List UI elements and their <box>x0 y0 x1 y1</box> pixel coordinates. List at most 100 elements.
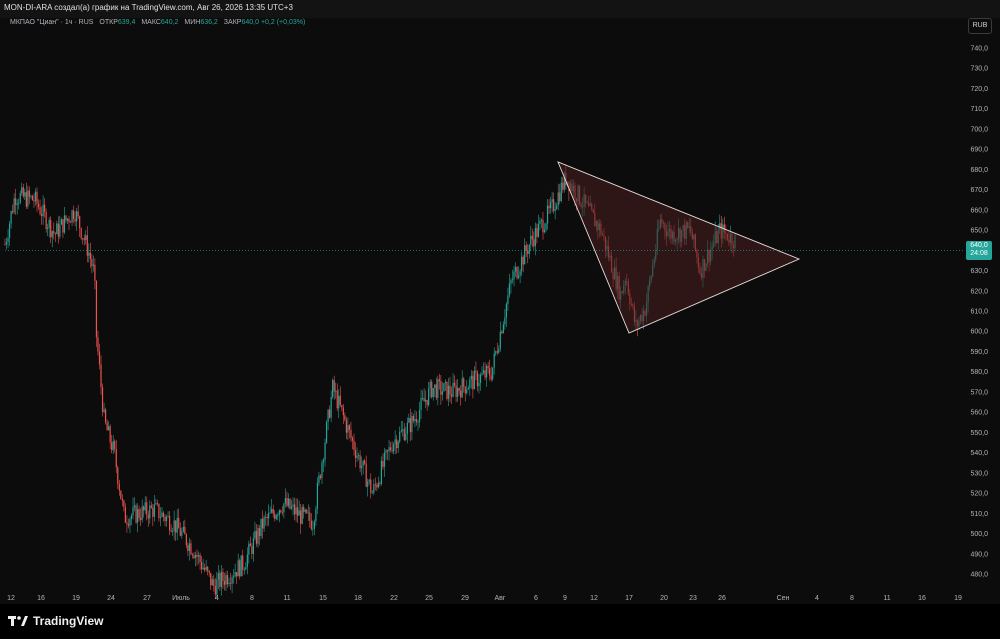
candle-body <box>252 538 255 555</box>
currency-button[interactable]: RUB <box>968 18 992 34</box>
candle-body <box>237 560 239 577</box>
candle-body <box>269 512 271 514</box>
x-tick-label: 4 <box>215 595 219 602</box>
candle-body <box>444 381 447 384</box>
current-price-value: 640,0 <box>970 242 988 250</box>
candle-body <box>231 577 233 584</box>
candle-body <box>415 419 418 423</box>
candle-body <box>319 475 322 479</box>
candle-body <box>425 399 427 402</box>
candle-body <box>150 505 152 508</box>
candle-body <box>188 543 191 551</box>
candle-body <box>69 222 72 223</box>
x-tick-label: 23 <box>689 595 697 602</box>
candle-body <box>98 351 101 365</box>
candle-body <box>338 395 340 409</box>
candle-body <box>25 192 27 207</box>
x-tick-label: 24 <box>107 595 115 602</box>
candle-body <box>10 211 12 224</box>
candle-body <box>223 580 226 585</box>
candle-body <box>225 575 227 585</box>
candle-body <box>475 370 477 373</box>
candle-body <box>219 573 221 587</box>
candle-body <box>79 216 81 229</box>
candle-body <box>34 191 37 202</box>
candle-body <box>187 545 189 551</box>
candle-body <box>226 575 229 584</box>
candle-body <box>354 450 357 459</box>
candle-body <box>257 528 259 544</box>
x-tick-label: 27 <box>143 595 151 602</box>
current-price-tag: 640,0 24:08 <box>966 241 992 261</box>
candle-body <box>60 219 62 225</box>
candle-body <box>466 389 468 394</box>
candle-body <box>82 238 84 240</box>
candle-body <box>396 439 398 449</box>
candle-body <box>300 510 302 524</box>
change-value: +0,2 (+0,03%) <box>260 19 306 26</box>
price-chart[interactable]: 740,0 730,0 720,0 710,0 700,0 690,0 680,0 670,0… <box>0 18 1000 604</box>
x-tick-label: Сен <box>777 595 790 602</box>
candle-body <box>118 483 120 491</box>
candle-body <box>92 264 94 267</box>
candle-body <box>501 331 503 334</box>
y-tick-label: 710,0 <box>970 106 988 113</box>
candle-body <box>8 223 11 238</box>
candle-body <box>196 554 198 557</box>
candle-body <box>50 219 52 238</box>
tradingview-logo[interactable]: TradingView <box>8 614 103 628</box>
candle-body <box>453 382 456 386</box>
candle-body <box>210 572 212 586</box>
candle-body <box>22 187 24 197</box>
candle-body <box>510 280 512 284</box>
candle-body <box>306 509 308 513</box>
candle-body <box>88 252 90 256</box>
candle-body <box>517 275 520 278</box>
candle-body <box>452 382 454 397</box>
candle-body <box>208 570 210 573</box>
candle-body <box>280 510 282 513</box>
candle-body <box>502 324 504 334</box>
x-tick-label: 29 <box>461 595 469 602</box>
candle-body <box>482 370 485 374</box>
y-tick-label: 540,0 <box>970 450 988 457</box>
candle-body <box>421 398 424 399</box>
candle-body <box>530 235 532 245</box>
high-value: 640,2 <box>160 19 179 26</box>
y-tick-label: 700,0 <box>970 126 988 133</box>
candle-body <box>4 244 6 246</box>
candle-body <box>121 498 123 501</box>
candle-body <box>191 554 194 556</box>
candle-body <box>200 562 203 570</box>
candle-body <box>112 441 114 451</box>
candle-body <box>330 397 332 418</box>
candle-body <box>516 267 518 278</box>
candle-body <box>426 399 428 406</box>
candle-body <box>181 531 183 536</box>
candle-body <box>345 419 347 433</box>
candle-body <box>40 214 43 217</box>
chart-area[interactable]: 740,0 730,0 720,0 710,0 700,0 690,0 680,0 670,0… <box>0 18 1000 604</box>
candle-body <box>341 404 343 408</box>
candle-body <box>271 508 273 513</box>
candle-body <box>12 211 14 213</box>
candle-body <box>434 384 436 388</box>
candle-body <box>440 381 442 395</box>
candle-body <box>179 528 181 536</box>
candle-body <box>68 218 70 223</box>
candle-body <box>353 440 355 451</box>
x-tick-label: 17 <box>625 595 633 602</box>
candle-body <box>108 426 110 431</box>
candle-body <box>537 223 540 237</box>
candle-body <box>155 503 157 505</box>
candle-body <box>37 203 40 208</box>
candle-body <box>211 579 213 586</box>
candle-body <box>339 395 341 405</box>
candle-body <box>176 517 178 533</box>
candle-body <box>185 534 187 546</box>
candle-body <box>540 219 543 222</box>
x-tick-label: 12 <box>590 595 598 602</box>
candle-body <box>461 378 463 398</box>
y-tick-label: 580,0 <box>970 369 988 376</box>
candle-body <box>260 518 262 537</box>
